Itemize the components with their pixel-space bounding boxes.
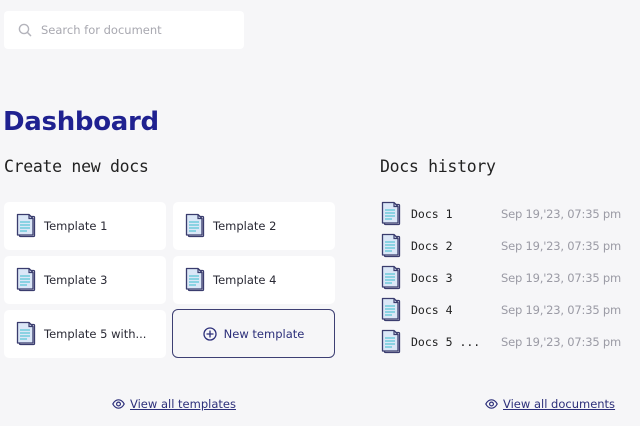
- view-all-templates-link[interactable]: View all templates: [112, 397, 236, 411]
- document-icon: [381, 233, 401, 258]
- doc-date: Sep 19,'23, 07:35 pm: [500, 335, 621, 349]
- template-label: Template 4: [213, 273, 277, 287]
- doc-name: Docs 1: [411, 207, 453, 221]
- document-icon: [381, 265, 401, 290]
- eye-icon: [485, 399, 498, 409]
- document-icon: [381, 201, 401, 226]
- view-all-templates-label: View all templates: [130, 397, 236, 411]
- history-row[interactable]: Docs 3 Sep 19,'23, 07:35 pm: [381, 264, 621, 292]
- template-label: Template 1: [44, 219, 108, 233]
- document-icon: [381, 297, 401, 322]
- doc-date: Sep 19,'23, 07:35 pm: [500, 271, 621, 285]
- doc-date: Sep 19,'23, 07:35 pm: [500, 239, 621, 253]
- document-icon: [16, 321, 36, 346]
- history-row[interactable]: Docs 5 ... Sep 19,'23, 07:35 pm: [381, 328, 621, 356]
- search-bar[interactable]: [4, 11, 244, 49]
- template-label: Template 2: [213, 219, 277, 233]
- document-icon: [16, 213, 36, 238]
- docs-history-title: Docs history: [380, 157, 496, 176]
- eye-icon: [112, 399, 125, 409]
- template-card[interactable]: Template 5 with...: [4, 310, 166, 358]
- search-icon: [18, 23, 32, 37]
- doc-date: Sep 19,'23, 07:35 pm: [500, 207, 621, 221]
- view-all-documents-label: View all documents: [503, 397, 616, 411]
- view-all-documents-link[interactable]: View all documents: [485, 397, 615, 411]
- plus-circle-icon: [203, 326, 217, 341]
- new-template-button[interactable]: New template: [172, 309, 335, 358]
- document-icon: [185, 213, 205, 238]
- doc-name: Docs 4: [411, 303, 453, 317]
- doc-name: Docs 3: [411, 271, 453, 285]
- template-card[interactable]: Template 1: [4, 202, 166, 250]
- search-input[interactable]: [41, 23, 231, 37]
- doc-date: Sep 19,'23, 07:35 pm: [500, 303, 621, 317]
- template-card[interactable]: Template 2: [173, 202, 335, 250]
- history-row[interactable]: Docs 1 Sep 19,'23, 07:35 pm: [381, 200, 621, 228]
- doc-name: Docs 2: [411, 239, 453, 253]
- template-card[interactable]: Template 3: [4, 256, 166, 304]
- template-label: Template 3: [44, 273, 108, 287]
- doc-name: Docs 5 ...: [411, 335, 481, 349]
- create-new-docs-title: Create new docs: [4, 157, 149, 176]
- document-icon: [16, 267, 36, 292]
- template-card[interactable]: Template 4: [173, 256, 335, 304]
- document-icon: [381, 329, 401, 354]
- history-row[interactable]: Docs 4 Sep 19,'23, 07:35 pm: [381, 296, 621, 324]
- new-template-label: New template: [223, 326, 305, 341]
- page-title: Dashboard: [3, 107, 159, 137]
- history-row[interactable]: Docs 2 Sep 19,'23, 07:35 pm: [381, 232, 621, 260]
- template-label: Template 5 with...: [44, 327, 147, 341]
- document-icon: [185, 267, 205, 292]
